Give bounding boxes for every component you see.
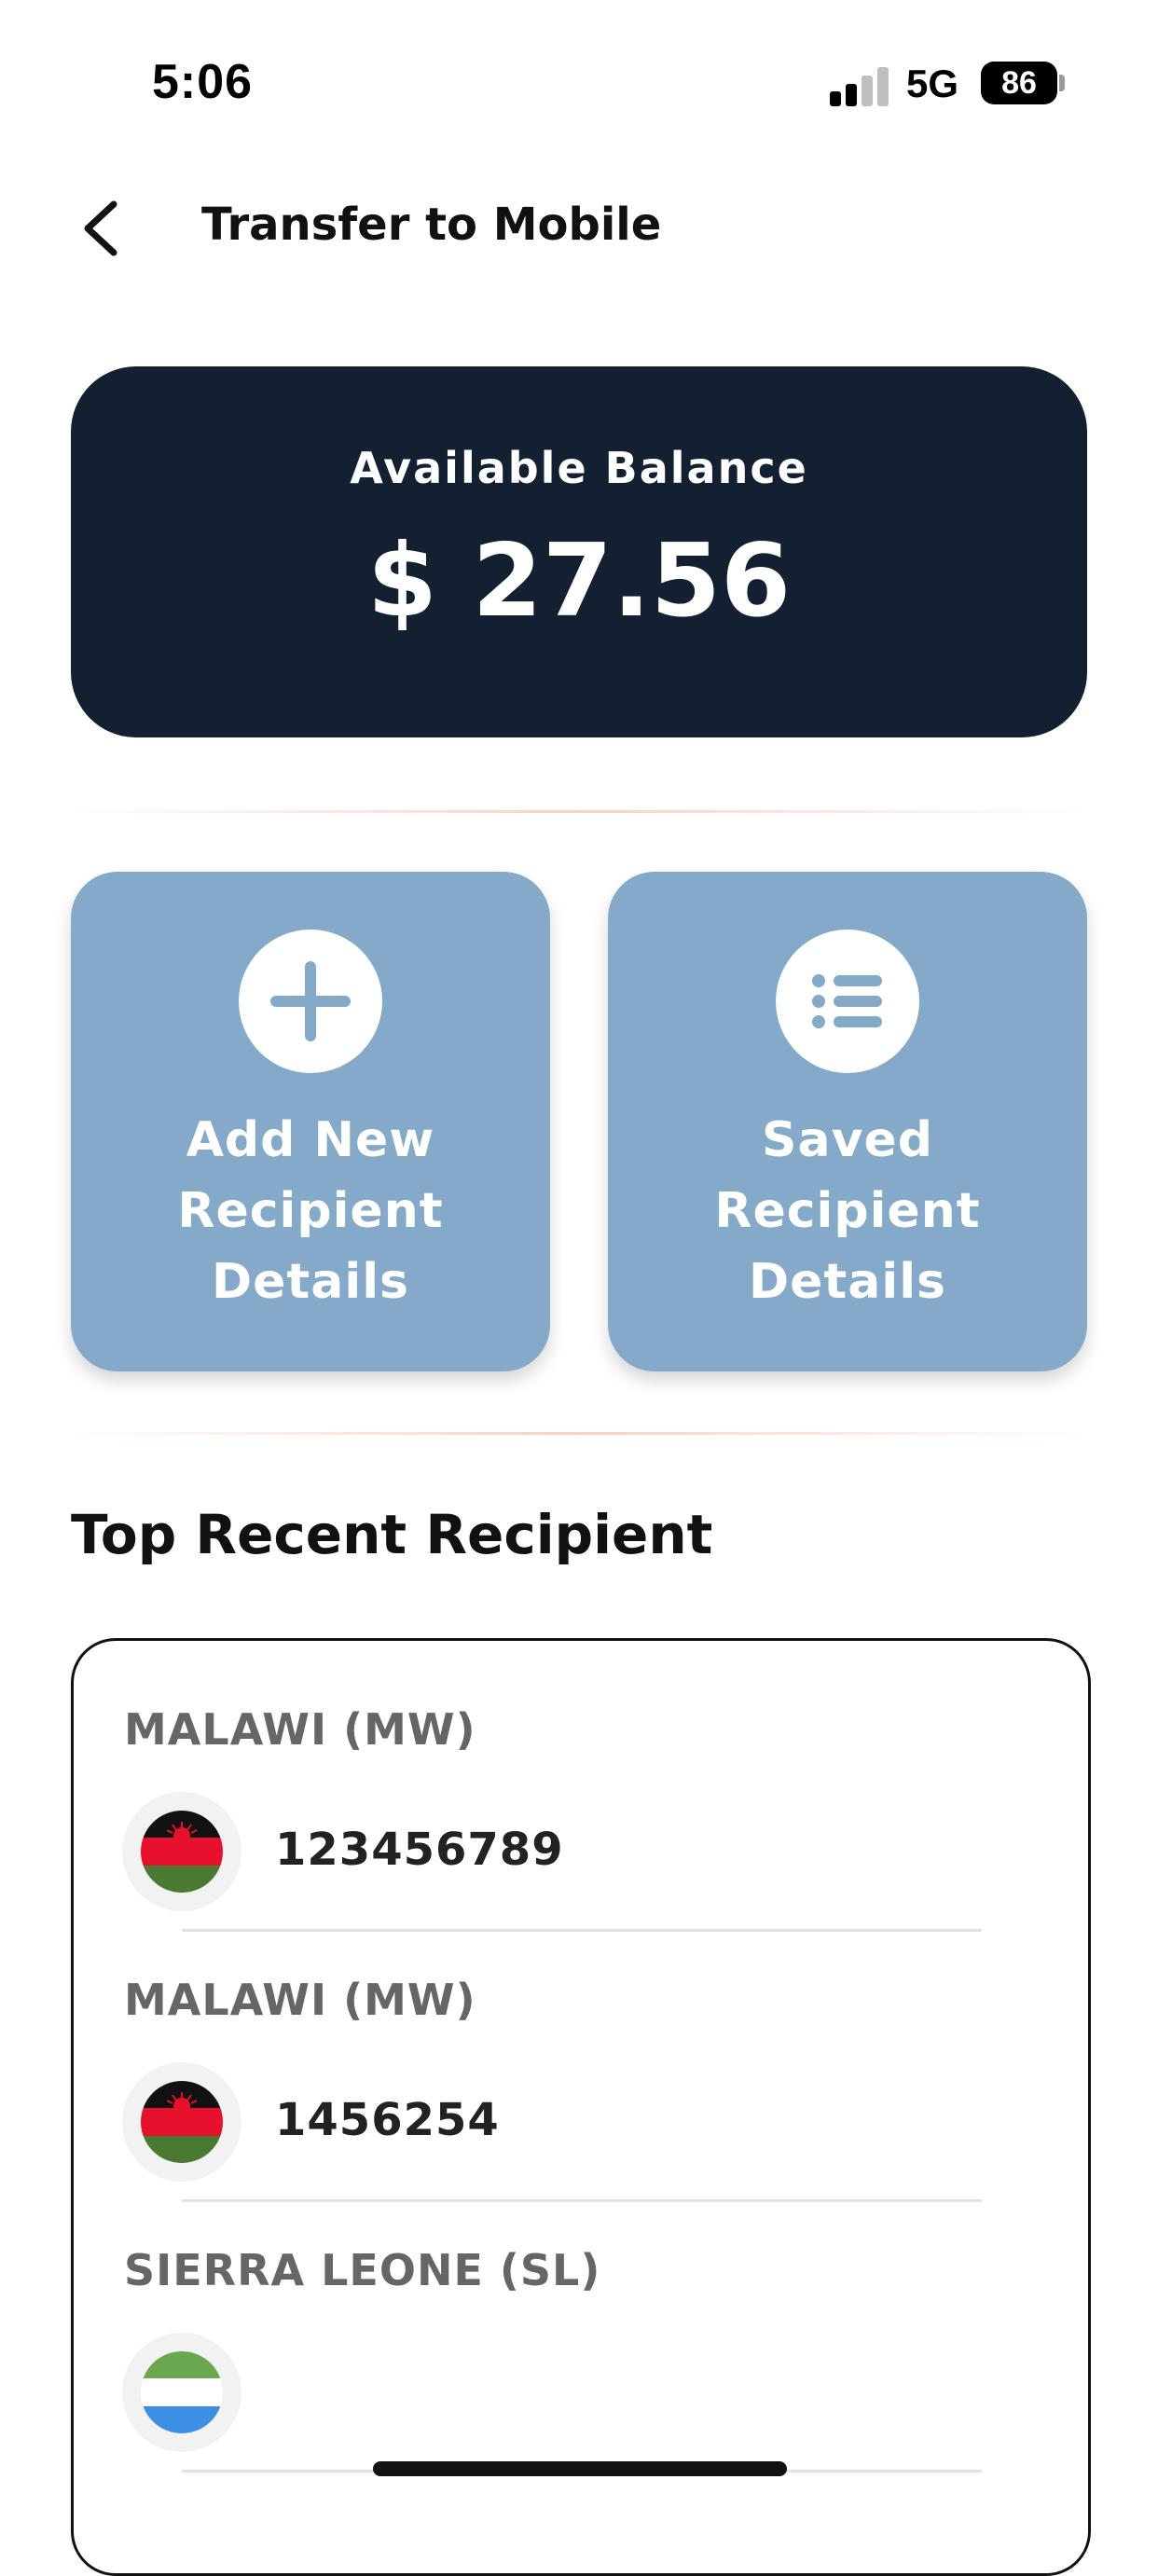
balance-label: Available Balance	[350, 443, 808, 493]
cellular-signal-icon	[830, 65, 889, 106]
saved-recipient-label: Saved Recipient Details	[714, 1112, 981, 1310]
recipient-item[interactable]: SIERRA LEONE (SL)	[74, 2182, 1088, 2452]
home-indicator	[373, 2461, 787, 2476]
flag-badge	[122, 1792, 241, 1911]
recipient-phone-number: 123456789	[275, 1824, 564, 1876]
battery-tip	[1059, 75, 1065, 91]
recipient-country: MALAWI (MW)	[124, 1975, 476, 2025]
page-title: Transfer to Mobile	[201, 199, 662, 251]
plus-icon	[239, 930, 382, 1073]
sierra-leone-flag-icon	[141, 2351, 223, 2433]
battery-level: 86	[1001, 64, 1037, 101]
battery-icon: 86	[981, 62, 1057, 104]
add-new-recipient-button[interactable]: Add New Recipient Details	[71, 872, 550, 1371]
recent-recipient-list: MALAWI (MW) 123456789 MALAWI (MW) 145625…	[71, 1638, 1091, 2576]
section-title: Top Recent Recipient	[71, 1503, 713, 1566]
saved-recipient-button[interactable]: Saved Recipient Details	[608, 872, 1087, 1371]
add-new-recipient-label: Add New Recipient Details	[177, 1112, 444, 1310]
network-type: 5G	[906, 62, 959, 105]
balance-card: Available Balance $ 27.56	[71, 366, 1087, 737]
balance-value: $ 27.56	[366, 523, 792, 640]
list-icon	[776, 930, 919, 1073]
malawi-flag-icon	[141, 1811, 223, 1893]
chevron-left-icon	[84, 200, 117, 256]
recipient-item[interactable]: MALAWI (MW)	[74, 1911, 1088, 2182]
flag-badge	[122, 2062, 241, 2182]
divider	[71, 810, 1087, 813]
back-button[interactable]	[73, 191, 138, 266]
recipient-phone-number: 1456254	[275, 2094, 500, 2146]
recipient-country: MALAWI (MW)	[124, 1704, 476, 1755]
recipient-item[interactable]: MALAWI (MW)	[74, 1641, 1088, 1911]
flag-badge	[122, 2333, 241, 2452]
divider	[71, 1432, 1087, 1435]
status-time: 5:06	[152, 55, 254, 109]
recipient-country: SIERRA LEONE (SL)	[124, 2245, 601, 2295]
malawi-flag-icon	[141, 2081, 223, 2163]
